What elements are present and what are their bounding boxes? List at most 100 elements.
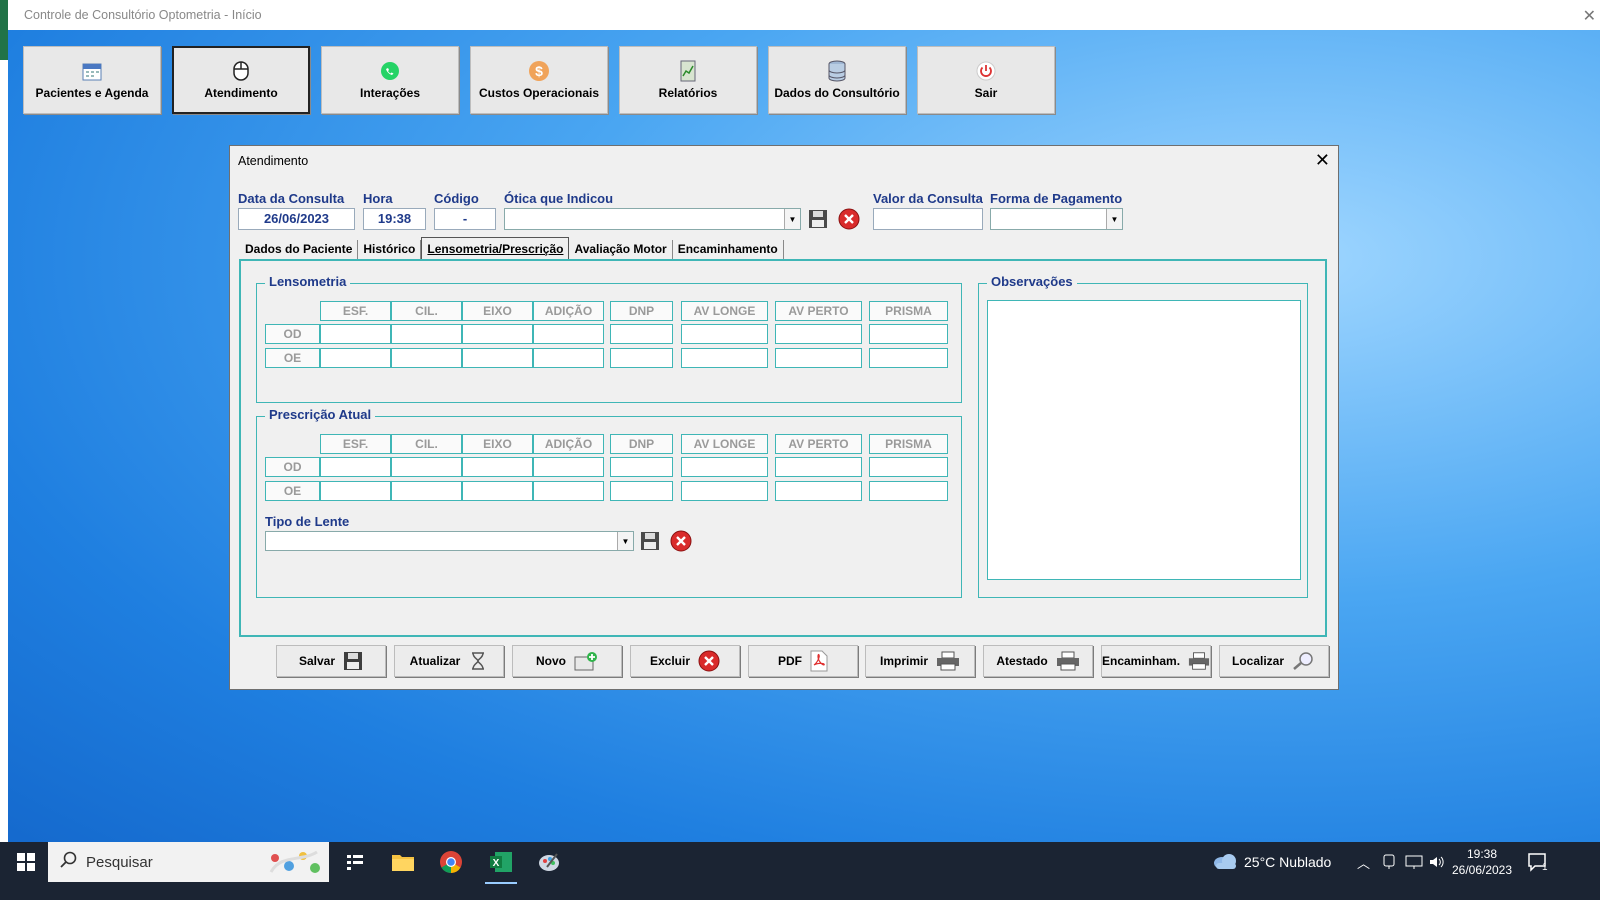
forma-pagamento-combo[interactable]: ▼ xyxy=(990,208,1123,230)
grid-input-cell[interactable] xyxy=(391,324,462,344)
hora-field[interactable]: 19:38 xyxy=(363,208,426,230)
codigo-field[interactable]: - xyxy=(434,208,496,230)
grid-input-cell[interactable] xyxy=(681,457,768,477)
grid-input-cell[interactable] xyxy=(462,348,533,368)
grid-input-cell[interactable] xyxy=(775,481,862,501)
tab-dados-paciente[interactable]: Dados do Paciente xyxy=(240,240,359,260)
grid-input-cell[interactable] xyxy=(533,348,604,368)
otica-combo[interactable]: ▼ xyxy=(504,208,801,230)
grid-input-cell[interactable] xyxy=(462,324,533,344)
excluir-button[interactable]: Excluir xyxy=(630,645,740,677)
grid-input-cell[interactable] xyxy=(533,481,604,501)
tab-encaminhamento[interactable]: Encaminhamento xyxy=(673,240,784,260)
valor-label: Valor da Consulta xyxy=(873,191,983,206)
report-icon xyxy=(677,60,699,82)
windows-start-button[interactable] xyxy=(12,842,40,882)
power-icon xyxy=(975,60,997,82)
novo-button[interactable]: Novo xyxy=(512,645,622,677)
observacoes-title: Observações xyxy=(987,274,1077,289)
grid-input-cell[interactable] xyxy=(610,481,673,501)
grid-input-cell[interactable] xyxy=(533,324,604,344)
data-consulta-field[interactable]: 26/06/2023 xyxy=(238,208,355,230)
nav-atendimento-button[interactable]: Atendimento xyxy=(172,46,310,114)
chevron-down-icon[interactable]: ▼ xyxy=(1106,209,1122,229)
tab-lensometria-prescricao[interactable]: Lensometria/Prescrição xyxy=(421,237,570,260)
button-label: PDF xyxy=(778,654,802,668)
nav-pacientes-agenda-button[interactable]: Pacientes e Agenda xyxy=(23,46,161,114)
grid-input-cell[interactable] xyxy=(320,324,391,344)
codigo-label: Código xyxy=(434,191,479,206)
grid-input-cell[interactable] xyxy=(869,481,948,501)
nav-sair-button[interactable]: Sair xyxy=(917,46,1055,114)
grid-input-cell[interactable] xyxy=(869,348,948,368)
tab-historico[interactable]: Histórico xyxy=(358,240,422,260)
grid-input-cell[interactable] xyxy=(610,324,673,344)
nav-dados-consultorio-button[interactable]: Dados do Consultório xyxy=(768,46,906,114)
tipo-lente-combo[interactable]: ▼ xyxy=(265,531,634,551)
save-otica-button[interactable] xyxy=(807,208,829,230)
grid-input-cell[interactable] xyxy=(391,348,462,368)
pdf-icon xyxy=(810,650,828,672)
left-strip xyxy=(0,0,8,860)
nav-label: Interações xyxy=(359,86,421,100)
observacoes-textarea[interactable] xyxy=(987,300,1301,580)
paint-icon[interactable] xyxy=(533,842,565,882)
grid-input-cell[interactable] xyxy=(775,457,862,477)
column-header: ESF. xyxy=(320,434,391,454)
notification-center-icon[interactable]: 1 xyxy=(1528,842,1548,882)
excel-icon[interactable]: X xyxy=(485,842,517,884)
tab-avaliacao-motor[interactable]: Avaliação Motor xyxy=(569,240,673,260)
file-explorer-icon[interactable] xyxy=(389,842,417,882)
imprimir-button[interactable]: Imprimir xyxy=(865,645,975,677)
grid-input-cell[interactable] xyxy=(533,457,604,477)
chevron-up-icon[interactable]: ︿ xyxy=(1357,842,1370,882)
close-icon[interactable]: ✕ xyxy=(1315,150,1330,171)
button-label: Excluir xyxy=(649,654,691,668)
grid-input-cell[interactable] xyxy=(869,324,948,344)
grid-input-cell[interactable] xyxy=(775,324,862,344)
grid-input-cell[interactable] xyxy=(681,481,768,501)
chrome-icon[interactable] xyxy=(437,842,465,882)
grid-input-cell[interactable] xyxy=(462,457,533,477)
meet-icon[interactable] xyxy=(1382,842,1396,882)
grid-input-cell[interactable] xyxy=(681,348,768,368)
pdf-button[interactable]: PDF xyxy=(748,645,858,677)
grid-input-cell[interactable] xyxy=(681,324,768,344)
grid-input-cell[interactable] xyxy=(320,481,391,501)
task-view-icon[interactable] xyxy=(343,842,367,882)
grid-input-cell[interactable] xyxy=(610,348,673,368)
column-header: PRISMA xyxy=(869,301,948,321)
chevron-down-icon[interactable]: ▼ xyxy=(784,209,800,229)
grid-input-cell[interactable] xyxy=(610,457,673,477)
lensometria-title: Lensometria xyxy=(265,274,351,289)
close-icon[interactable]: ✕ xyxy=(1583,6,1596,26)
delete-otica-button[interactable] xyxy=(838,208,860,230)
weather-widget[interactable]: 25°C Nublado xyxy=(1212,842,1331,882)
volume-icon[interactable] xyxy=(1428,842,1446,882)
chevron-down-icon[interactable]: ▼ xyxy=(617,532,633,550)
column-header: AV PERTO xyxy=(775,301,862,321)
localizar-button[interactable]: Localizar xyxy=(1219,645,1329,677)
atualizar-button[interactable]: Atualizar xyxy=(394,645,504,677)
grid-input-cell[interactable] xyxy=(775,348,862,368)
nav-relatorios-button[interactable]: Relatórios xyxy=(619,46,757,114)
nav-label: Sair xyxy=(974,86,998,100)
valor-field[interactable] xyxy=(873,208,983,230)
grid-input-cell[interactable] xyxy=(869,457,948,477)
grid-input-cell[interactable] xyxy=(391,457,462,477)
nav-custos-operacionais-button[interactable]: $ Custos Operacionais xyxy=(470,46,608,114)
clock[interactable]: 19:38 26/06/2023 xyxy=(1452,842,1512,882)
grid-input-cell[interactable] xyxy=(462,481,533,501)
grid-input-cell[interactable] xyxy=(320,348,391,368)
atestado-button[interactable]: Atestado xyxy=(983,645,1093,677)
encaminhamento-button[interactable]: Encaminham. xyxy=(1101,645,1211,677)
network-icon[interactable] xyxy=(1405,842,1423,882)
delete-tipo-lente-button[interactable] xyxy=(670,530,692,552)
grid-input-cell[interactable] xyxy=(320,457,391,477)
save-tipo-lente-button[interactable] xyxy=(639,530,661,552)
nav-interacoes-button[interactable]: Interações xyxy=(321,46,459,114)
grid-input-cell[interactable] xyxy=(391,481,462,501)
taskbar-search[interactable]: Pesquisar xyxy=(48,842,329,882)
dollar-coin-icon: $ xyxy=(528,60,550,82)
salvar-button[interactable]: Salvar xyxy=(276,645,386,677)
